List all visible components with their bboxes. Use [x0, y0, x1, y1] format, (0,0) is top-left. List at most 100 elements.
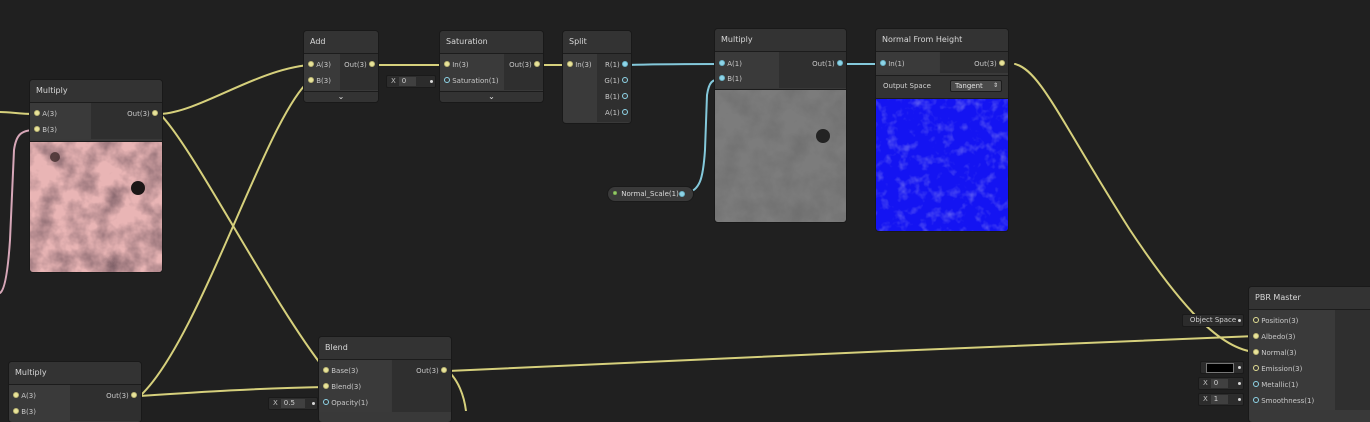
port-dot-icon[interactable]	[152, 110, 158, 116]
port-dot-icon[interactable]	[323, 399, 329, 405]
port-dot-icon[interactable]	[534, 61, 540, 67]
normal-from-height-node[interactable]: Normal From Height In(1) Out(3) Output S…	[876, 29, 1008, 231]
input-port-saturation[interactable]: Saturation(1)	[444, 74, 499, 88]
property-label: Normal_Scale(1)	[621, 190, 679, 198]
output-port-g[interactable]: G(1)	[604, 74, 628, 88]
port-label: G(1)	[604, 77, 620, 85]
port-dot-icon[interactable]	[1253, 381, 1259, 387]
input-port-b[interactable]: B(3)	[34, 123, 57, 137]
port-dot-icon[interactable]	[622, 93, 628, 99]
input-port-a[interactable]: A(3)	[308, 58, 331, 72]
input-port-metallic[interactable]: Metallic(1)	[1253, 378, 1298, 392]
port-dot-icon[interactable]	[441, 367, 447, 373]
value-input[interactable]: 0	[1210, 379, 1229, 388]
port-dot-icon[interactable]	[323, 367, 329, 373]
add-node[interactable]: Add A(3) B(3) Out(3) ⌄	[304, 31, 378, 102]
connector-dot-icon	[1238, 382, 1241, 385]
expand-chevron-icon[interactable]: ⌄	[440, 91, 543, 102]
input-port-b[interactable]: B(1)	[719, 72, 742, 86]
output-space-label: Output Space	[883, 82, 931, 90]
port-dot-icon[interactable]	[719, 75, 725, 81]
connection-wires	[0, 62, 1257, 411]
value-input[interactable]: 0	[398, 77, 417, 86]
input-ports: In(1)	[876, 52, 939, 73]
input-port-in[interactable]: In(3)	[444, 58, 469, 72]
port-dot-icon[interactable]	[622, 109, 628, 115]
port-dot-icon[interactable]	[622, 77, 628, 83]
output-ports: Out(1)	[779, 52, 846, 88]
input-port-in[interactable]: In(3)	[567, 58, 592, 72]
port-dot-icon[interactable]	[999, 60, 1005, 66]
input-port-a[interactable]: A(3)	[34, 107, 57, 121]
input-port-smoothness[interactable]: Smoothness(1)	[1253, 394, 1314, 408]
port-dot-icon[interactable]	[308, 61, 314, 67]
output-port-out[interactable]: Out(1)	[812, 57, 843, 71]
node-title: Saturation	[440, 31, 543, 54]
port-dot-icon[interactable]	[1253, 365, 1259, 371]
pbr-master-node[interactable]: PBR Master Position(3) Albedo(3) Normal(…	[1249, 287, 1370, 422]
port-dot-icon[interactable]	[34, 110, 40, 116]
port-dot-icon[interactable]	[622, 61, 628, 67]
port-dot-icon[interactable]	[1253, 333, 1259, 339]
split-node[interactable]: Split In(3) R(1) G(1) B(1) A(1)	[563, 31, 631, 123]
multiply-node-2[interactable]: Multiply A(3) B(3) Out(3)	[9, 362, 141, 422]
input-port-base[interactable]: Base(3)	[323, 364, 358, 378]
dropdown-value: Tangent	[955, 82, 983, 90]
multiply-node-3[interactable]: Multiply A(1) B(1) Out(1)	[715, 29, 846, 222]
input-port-in[interactable]: In(1)	[880, 57, 905, 71]
value-input[interactable]: 0.5	[280, 399, 305, 408]
port-dot-icon[interactable]	[719, 60, 725, 66]
port-dot-icon[interactable]	[323, 383, 329, 389]
input-port-position[interactable]: Position(3)	[1253, 314, 1298, 328]
multiply-node-1[interactable]: Multiply A(3) B(3) Out(3)	[30, 80, 162, 272]
port-dot-icon[interactable]	[308, 77, 314, 83]
input-port-a[interactable]: A(1)	[719, 57, 742, 71]
output-port-out[interactable]: Out(3)	[416, 364, 447, 378]
output-port-a[interactable]: A(1)	[605, 106, 628, 120]
port-dot-icon[interactable]	[13, 392, 19, 398]
input-port-emission[interactable]: Emission(3)	[1253, 362, 1302, 376]
port-label: B(3)	[21, 408, 36, 416]
port-dot-icon[interactable]	[1253, 349, 1259, 355]
output-port-out[interactable]: Out(3)	[106, 389, 137, 403]
port-dot-icon[interactable]	[34, 126, 40, 132]
output-port-b[interactable]: B(1)	[605, 90, 628, 104]
output-port-r[interactable]: R(1)	[605, 58, 628, 72]
output-port-out[interactable]: Out(3)	[509, 58, 540, 72]
input-ports: A(3) B(3)	[9, 385, 70, 421]
port-dot-icon[interactable]	[837, 60, 843, 66]
output-space-dropdown[interactable]: Tangent ⇕	[950, 80, 1002, 92]
normal-scale-property-node[interactable]: Normal_Scale(1)	[608, 187, 693, 201]
position-space-field[interactable]: Object Space	[1182, 314, 1244, 327]
value-input[interactable]: 1	[1210, 395, 1229, 404]
input-port-blend[interactable]: Blend(3)	[323, 380, 361, 394]
emission-color-swatch[interactable]	[1206, 363, 1234, 373]
input-port-b[interactable]: B(3)	[308, 74, 331, 88]
port-dot-icon[interactable]	[1253, 317, 1259, 323]
port-dot-icon[interactable]	[1253, 397, 1259, 403]
saturation-node[interactable]: Saturation In(3) Saturation(1) Out(3) ⌄	[440, 31, 543, 102]
opacity-value-field[interactable]: X 0.5	[268, 397, 318, 410]
input-port-normal[interactable]: Normal(3)	[1253, 346, 1296, 360]
port-dot-icon[interactable]	[567, 61, 573, 67]
property-dot-icon	[613, 191, 617, 195]
expand-chevron-icon[interactable]: ⌄	[304, 91, 378, 102]
port-label: Out(3)	[974, 60, 997, 68]
port-dot-icon[interactable]	[13, 408, 19, 414]
input-port-a[interactable]: A(3)	[13, 389, 36, 403]
blend-node[interactable]: Blend Base(3) Blend(3) Opacity(1) Out(3)	[319, 337, 451, 422]
port-dot-icon[interactable]	[444, 61, 450, 67]
input-port-b[interactable]: B(3)	[13, 405, 36, 419]
output-port-out[interactable]: Out(3)	[344, 58, 375, 72]
port-dot-icon[interactable]	[131, 392, 137, 398]
output-port-out[interactable]: Out(3)	[127, 107, 158, 121]
port-dot-icon[interactable]	[679, 191, 685, 197]
port-label: Smoothness(1)	[1261, 397, 1315, 405]
output-port-out[interactable]: Out(3)	[974, 57, 1005, 71]
saturation-value-field[interactable]: X0	[386, 75, 436, 88]
port-dot-icon[interactable]	[444, 77, 450, 83]
port-dot-icon[interactable]	[880, 60, 886, 66]
port-dot-icon[interactable]	[369, 61, 375, 67]
input-port-albedo[interactable]: Albedo(3)	[1253, 330, 1295, 344]
input-port-opacity[interactable]: Opacity(1)	[323, 396, 368, 410]
